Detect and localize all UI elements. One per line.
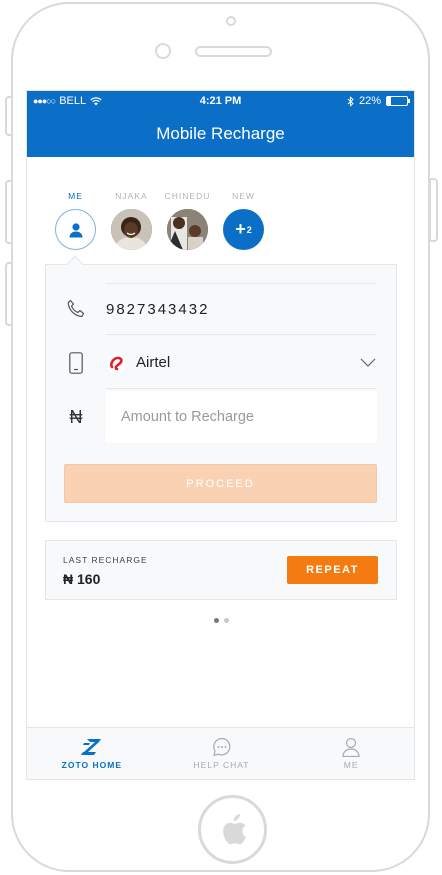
zoto-logo-icon [80, 739, 101, 755]
last-recharge-amount: ₦ 160 [63, 571, 101, 587]
contact-njaka[interactable]: NJAKA [111, 191, 152, 250]
earpiece-speaker [195, 46, 272, 57]
user-icon [342, 737, 360, 757]
naira-icon: ₦ [69, 406, 83, 427]
tab-help-chat[interactable]: HELP CHAT [157, 728, 287, 779]
add-contact-button[interactable]: +2 [223, 209, 264, 250]
status-bar: ●●●○○ BELL 4:21 PM 22% [27, 91, 414, 111]
amount-input[interactable] [106, 391, 377, 443]
contact-chinedu[interactable]: CHINEDU [164, 191, 211, 250]
proceed-button[interactable]: PROCEED [64, 464, 377, 503]
amount-row: ₦ [46, 391, 396, 443]
airtel-logo-icon [107, 353, 125, 372]
operator-row: Airtel [46, 337, 396, 389]
tab-zoto-home[interactable]: ZOTO HOME [27, 728, 157, 779]
tab-bar: ZOTO HOME HELP CHAT ME [27, 727, 414, 779]
proximity-sensor [226, 16, 236, 26]
nav-bar: Mobile Recharge [27, 111, 414, 157]
contact-photo-chinedu [167, 209, 208, 250]
selection-pointer [66, 255, 84, 273]
user-icon [69, 222, 82, 237]
page-title: Mobile Recharge [156, 124, 285, 143]
last-recharge-card: LAST RECHARGE ₦ 160 REPEAT [45, 540, 397, 600]
page-dot-active[interactable] [214, 618, 219, 623]
battery-icon [386, 96, 410, 106]
mobile-device-icon [69, 352, 83, 374]
chevron-down-icon [360, 358, 376, 367]
contact-label: NJAKA [115, 191, 148, 201]
phone-icon [67, 299, 85, 318]
phone-number-row: 9827343432 [46, 283, 396, 335]
tab-me[interactable]: ME [286, 728, 414, 779]
page-dot[interactable] [224, 618, 229, 623]
contact-label: NEW [232, 191, 255, 201]
new-contact-count: 2 [246, 224, 252, 235]
apple-logo-icon [223, 814, 246, 845]
phone-number-field[interactable]: 9827343432 [106, 283, 376, 335]
contact-photo-njaka [111, 209, 152, 250]
plus-icon: + [235, 219, 246, 239]
chat-bubble-icon [212, 737, 230, 757]
front-camera [155, 43, 171, 59]
contact-label: ME [68, 191, 83, 201]
battery-percentage: 22% [358, 95, 381, 107]
contact-new[interactable]: NEW +2 [223, 191, 264, 250]
tab-label: ME [343, 760, 359, 770]
battery-level [387, 97, 392, 105]
avatar-photo[interactable] [167, 209, 208, 250]
avatar[interactable] [55, 209, 96, 250]
operator-name: Airtel [136, 354, 171, 371]
home-button[interactable] [198, 795, 267, 864]
avatar-photo[interactable] [111, 209, 152, 250]
app-screen: ●●●○○ BELL 4:21 PM 22% Mobile Recharge M… [26, 90, 415, 780]
power-button [429, 178, 438, 242]
tab-label: HELP CHAT [193, 760, 250, 770]
last-recharge-label: LAST RECHARGE [63, 555, 148, 565]
contact-label: CHINEDU [164, 191, 211, 201]
contact-selector: ME NJAKA CHINEDU NEW + 2 [55, 191, 264, 250]
tab-label: ZOTO HOME [61, 760, 122, 770]
recharge-form: 9827343432 Airtel ₦ Amount to Recharge P… [45, 255, 397, 522]
contact-me[interactable]: ME [55, 191, 96, 250]
page-indicator [27, 618, 414, 623]
bluetooth-icon [347, 95, 354, 107]
operator-select[interactable]: Airtel [106, 337, 376, 389]
repeat-button[interactable]: REPEAT [287, 556, 378, 584]
